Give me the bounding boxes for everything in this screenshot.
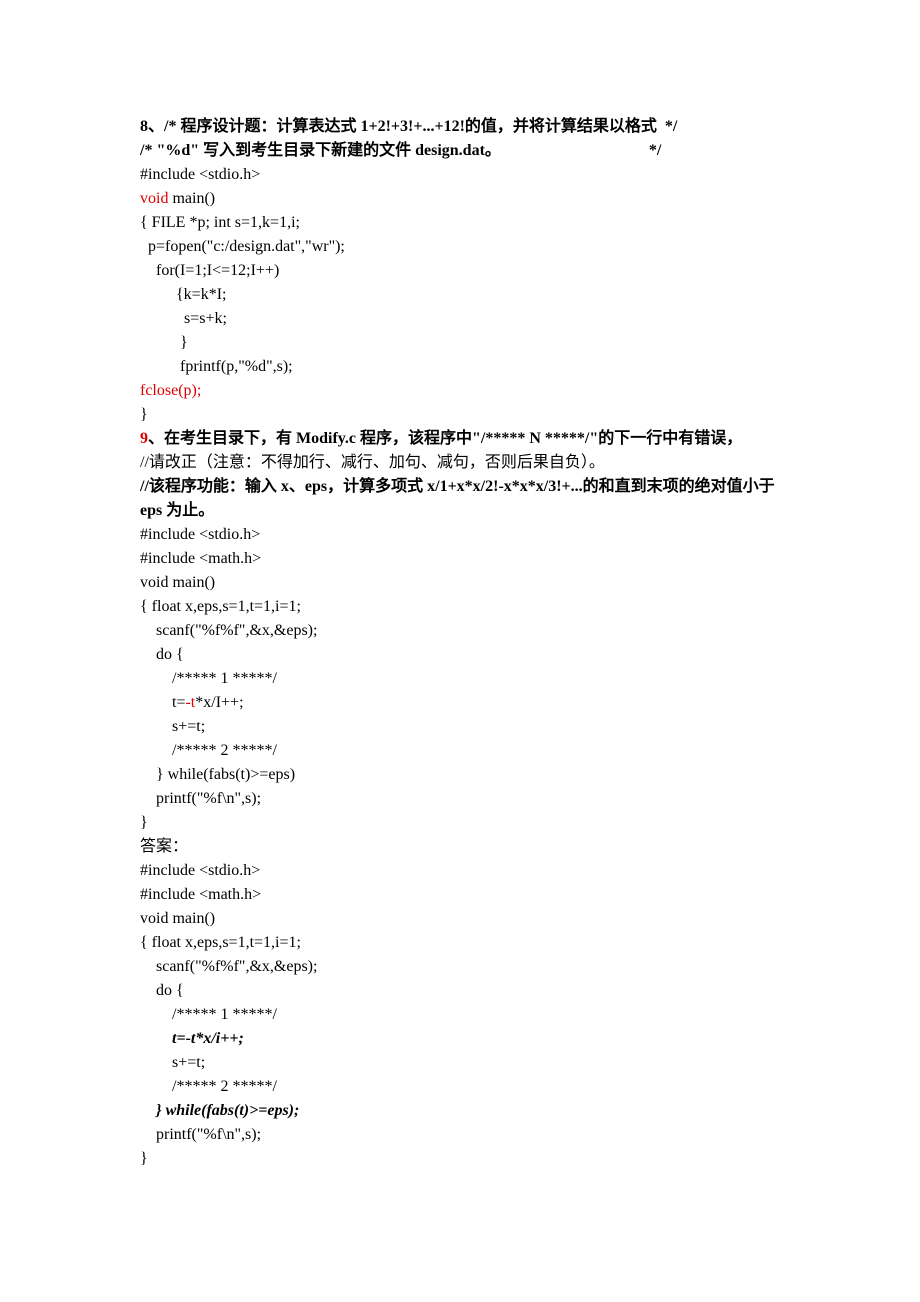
code-segment: t=-t*x/i++; bbox=[140, 1030, 244, 1047]
code-line: void main() bbox=[140, 907, 780, 931]
code-segment: } while(fabs(t)>=eps); bbox=[140, 1102, 299, 1119]
code-line: //该程序功能：输入 x、eps，计算多项式 x/1+x*x/2!-x*x*x/… bbox=[140, 475, 780, 499]
code-line: void main() bbox=[140, 187, 780, 211]
code-line: /***** 2 *****/ bbox=[140, 739, 780, 763]
code-line: } while(fabs(t)>=eps) bbox=[140, 763, 780, 787]
code-segment: #include <stdio.h> bbox=[140, 526, 260, 543]
code-line: #include <stdio.h> bbox=[140, 859, 780, 883]
code-line: } bbox=[140, 331, 780, 355]
code-segment: printf("%f\n",s); bbox=[140, 1126, 261, 1143]
code-line: #include <math.h> bbox=[140, 883, 780, 907]
code-line: } bbox=[140, 403, 780, 427]
code-line: s+=t; bbox=[140, 715, 780, 739]
code-line: {k=k*I; bbox=[140, 283, 780, 307]
code-line: } while(fabs(t)>=eps); bbox=[140, 1099, 780, 1123]
code-segment: /***** 1 *****/ bbox=[140, 1006, 277, 1023]
code-segment: {k=k*I; bbox=[140, 286, 226, 303]
code-segment: t= bbox=[140, 694, 185, 711]
code-segment: 8、/* 程序设计题：计算表达式 1+2!+3!+...+12!的值，并将计算结… bbox=[140, 118, 677, 135]
code-line: printf("%f\n",s); bbox=[140, 1123, 780, 1147]
code-line: eps 为止。 bbox=[140, 499, 780, 523]
code-segment: #include <stdio.h> bbox=[140, 862, 260, 879]
code-segment: /***** 2 *****/ bbox=[140, 1078, 277, 1095]
code-line: } bbox=[140, 811, 780, 835]
code-line: void main() bbox=[140, 571, 780, 595]
code-segment: p=fopen("c:/design.dat","wr"); bbox=[140, 238, 345, 255]
code-line: s=s+k; bbox=[140, 307, 780, 331]
code-segment: s=s+k; bbox=[140, 310, 227, 327]
code-line: t=-t*x/I++; bbox=[140, 691, 780, 715]
code-line: /***** 1 *****/ bbox=[140, 667, 780, 691]
code-segment: //该程序功能：输入 x、eps，计算多项式 x/1+x*x/2!-x*x*x/… bbox=[140, 478, 775, 495]
code-segment: /***** 1 *****/ bbox=[140, 670, 277, 687]
code-segment: do { bbox=[140, 646, 184, 663]
code-segment: } bbox=[140, 334, 188, 351]
code-segment: void main() bbox=[140, 574, 215, 591]
code-segment: { float x,eps,s=1,t=1,i=1; bbox=[140, 598, 301, 615]
code-segment: fprintf(p,"%d",s); bbox=[140, 358, 293, 375]
code-line: } bbox=[140, 1147, 780, 1171]
code-line: { float x,eps,s=1,t=1,i=1; bbox=[140, 931, 780, 955]
code-segment: } bbox=[140, 406, 148, 423]
code-segment: void main() bbox=[140, 910, 215, 927]
code-line: fprintf(p,"%d",s); bbox=[140, 355, 780, 379]
code-segment: { FILE *p; int s=1,k=1,i; bbox=[140, 214, 300, 231]
code-line: do { bbox=[140, 979, 780, 1003]
code-segment: s+=t; bbox=[140, 718, 205, 735]
code-segment: scanf("%f%f",&x,&eps); bbox=[140, 958, 317, 975]
code-segment: scanf("%f%f",&x,&eps); bbox=[140, 622, 317, 639]
code-segment: } bbox=[140, 1150, 148, 1167]
code-segment: 、在考生目录下，有 Modify.c 程序，该程序中"/***** N ****… bbox=[148, 430, 742, 447]
code-segment: { float x,eps,s=1,t=1,i=1; bbox=[140, 934, 301, 951]
code-line: /* "%d" 写入到考生目录下新建的文件 design.dat。 */ bbox=[140, 139, 780, 163]
code-line: 8、/* 程序设计题：计算表达式 1+2!+3!+...+12!的值，并将计算结… bbox=[140, 115, 780, 139]
code-segment: 9 bbox=[140, 430, 148, 447]
code-segment: fclose(p); bbox=[140, 382, 201, 399]
document-page: 8、/* 程序设计题：计算表达式 1+2!+3!+...+12!的值，并将计算结… bbox=[0, 0, 920, 1302]
code-line: printf("%f\n",s); bbox=[140, 787, 780, 811]
code-segment: -t bbox=[185, 694, 195, 711]
code-line: #include <stdio.h> bbox=[140, 523, 780, 547]
code-segment: /***** 2 *****/ bbox=[140, 742, 277, 759]
code-line: /***** 2 *****/ bbox=[140, 1075, 780, 1099]
code-line: 答案： bbox=[140, 835, 780, 859]
code-line: #include <math.h> bbox=[140, 547, 780, 571]
code-line: do { bbox=[140, 643, 780, 667]
code-segment: *x/I++; bbox=[195, 694, 243, 711]
code-segment: main() bbox=[168, 190, 215, 207]
code-line: 9、在考生目录下，有 Modify.c 程序，该程序中"/***** N ***… bbox=[140, 427, 780, 451]
code-line: for(I=1;I<=12;I++) bbox=[140, 259, 780, 283]
code-segment: #include <math.h> bbox=[140, 550, 261, 567]
code-segment: //请改正（注意：不得加行、减行、加句、减句，否则后果自负）。 bbox=[140, 454, 605, 471]
code-line: scanf("%f%f",&x,&eps); bbox=[140, 955, 780, 979]
code-line: #include <stdio.h> bbox=[140, 163, 780, 187]
code-segment: #include <stdio.h> bbox=[140, 166, 260, 183]
code-segment: /* "%d" 写入到考生目录下新建的文件 design.dat。 */ bbox=[140, 142, 661, 159]
code-line: /***** 1 *****/ bbox=[140, 1003, 780, 1027]
code-line: p=fopen("c:/design.dat","wr"); bbox=[140, 235, 780, 259]
code-segment: void bbox=[140, 190, 168, 207]
code-line: t=-t*x/i++; bbox=[140, 1027, 780, 1051]
code-line: scanf("%f%f",&x,&eps); bbox=[140, 619, 780, 643]
code-line: //请改正（注意：不得加行、减行、加句、减句，否则后果自负）。 bbox=[140, 451, 780, 475]
code-segment: printf("%f\n",s); bbox=[140, 790, 261, 807]
code-line: s+=t; bbox=[140, 1051, 780, 1075]
code-segment: eps 为止。 bbox=[140, 502, 214, 519]
code-line: { float x,eps,s=1,t=1,i=1; bbox=[140, 595, 780, 619]
code-segment: s+=t; bbox=[140, 1054, 205, 1071]
code-segment: } while(fabs(t)>=eps) bbox=[140, 766, 295, 783]
code-segment: #include <math.h> bbox=[140, 886, 261, 903]
code-line: { FILE *p; int s=1,k=1,i; bbox=[140, 211, 780, 235]
code-segment: } bbox=[140, 814, 148, 831]
code-segment: for(I=1;I<=12;I++) bbox=[140, 262, 279, 279]
code-line: fclose(p); bbox=[140, 379, 780, 403]
code-segment: do { bbox=[140, 982, 184, 999]
code-segment: 答案： bbox=[140, 838, 188, 855]
